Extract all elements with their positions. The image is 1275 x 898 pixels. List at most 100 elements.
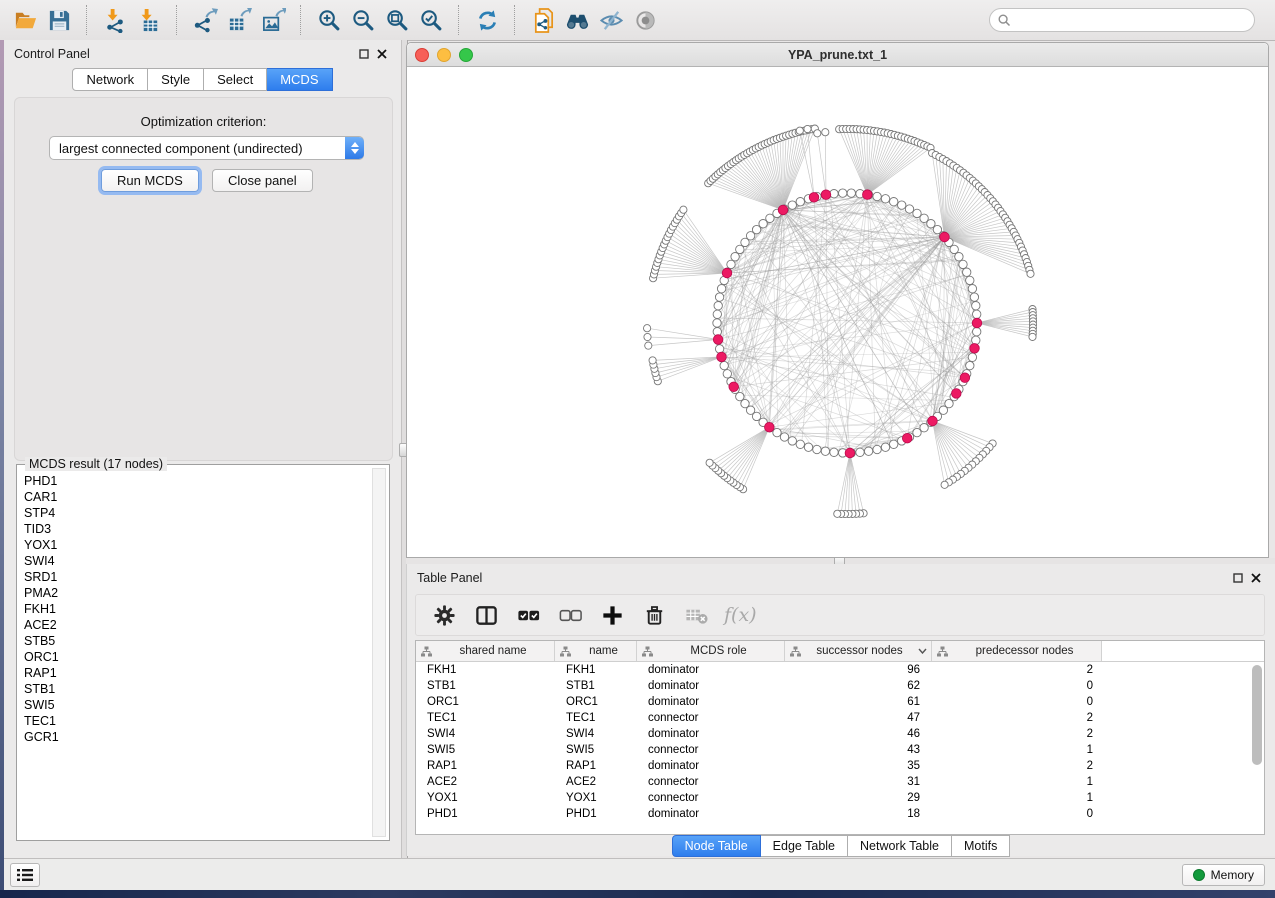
mcds-result-item[interactable]: GCR1 bbox=[24, 729, 363, 745]
close-panel-icon[interactable] bbox=[1247, 569, 1265, 587]
control-panel-tab[interactable]: Network bbox=[72, 68, 148, 91]
column-scope-icon bbox=[642, 646, 653, 657]
column-header[interactable]: shared name bbox=[416, 641, 555, 661]
delete-column-button[interactable] bbox=[640, 599, 668, 631]
close-panel-button[interactable]: Close panel bbox=[212, 169, 313, 192]
export-image-button[interactable] bbox=[256, 4, 290, 36]
mcds-result-list[interactable]: PHD1CAR1STP4TID3YOX1SWI4SRD1PMA2FKH1ACE2… bbox=[24, 473, 363, 834]
toolbar-separator bbox=[514, 5, 516, 35]
memory-button[interactable]: Memory bbox=[1182, 864, 1265, 886]
table-row[interactable]: TEC1 TEC1 connector 47 2 bbox=[416, 710, 1264, 726]
save-floppy-icon bbox=[47, 8, 72, 33]
table-row[interactable]: SWI5 SWI5 connector 43 1 bbox=[416, 742, 1264, 758]
mcds-result-item[interactable]: FKH1 bbox=[24, 601, 363, 617]
zoom-fit-button[interactable] bbox=[380, 4, 414, 36]
minimize-window-icon[interactable] bbox=[437, 48, 451, 62]
mcds-list-scrollbar[interactable] bbox=[372, 468, 386, 837]
control-panel-tab[interactable]: Style bbox=[148, 68, 204, 91]
refresh-view-button[interactable] bbox=[470, 4, 504, 36]
export-network-button[interactable] bbox=[188, 4, 222, 36]
search-input[interactable] bbox=[1016, 12, 1246, 28]
zoom-selected-button[interactable] bbox=[414, 4, 448, 36]
toolbar-separator bbox=[86, 5, 88, 35]
column-header[interactable]: successor nodes bbox=[785, 641, 932, 661]
network-window-titlebar[interactable]: YPA_prune.txt_1 bbox=[407, 43, 1268, 67]
zoom-out-button[interactable] bbox=[346, 4, 380, 36]
export-table-button[interactable] bbox=[222, 4, 256, 36]
maximize-window-icon[interactable] bbox=[459, 48, 473, 62]
column-header[interactable]: name bbox=[555, 641, 637, 661]
show-all-button[interactable] bbox=[628, 4, 662, 36]
table-row[interactable]: ORC1 ORC1 dominator 61 0 bbox=[416, 694, 1264, 710]
mcds-result-box: MCDS result (17 nodes) PHD1CAR1STP4TID3Y… bbox=[16, 464, 390, 841]
node-table-body: FKH1 FKH1 dominator 96 2 STB1 STB1 domin… bbox=[416, 662, 1264, 822]
table-scrollbar-thumb[interactable] bbox=[1252, 665, 1262, 765]
cell-predecessor-nodes: 1 bbox=[932, 792, 1102, 804]
mcds-result-item[interactable]: SWI5 bbox=[24, 697, 363, 713]
mcds-result-item[interactable]: SWI4 bbox=[24, 553, 363, 569]
mcds-result-item[interactable]: RAP1 bbox=[24, 665, 363, 681]
column-header[interactable]: MCDS role bbox=[637, 641, 785, 661]
float-panel-icon[interactable] bbox=[1229, 569, 1247, 587]
desktop-wallpaper-edge bbox=[0, 890, 1275, 898]
search-box[interactable] bbox=[989, 8, 1255, 32]
mcds-result-item[interactable]: STP4 bbox=[24, 505, 363, 521]
mcds-result-item[interactable]: CAR1 bbox=[24, 489, 363, 505]
table-row[interactable]: FKH1 FKH1 dominator 96 2 bbox=[416, 662, 1264, 678]
optimization-criterion-label: Optimization criterion: bbox=[15, 114, 392, 129]
table-panel-tab[interactable]: Motifs bbox=[952, 835, 1010, 857]
table-panel-tab[interactable]: Node Table bbox=[672, 835, 761, 857]
table-options-button[interactable] bbox=[430, 599, 458, 631]
cell-predecessor-nodes: 1 bbox=[932, 744, 1102, 756]
mcds-result-item[interactable]: ORC1 bbox=[24, 649, 363, 665]
control-panel-tab[interactable]: MCDS bbox=[267, 68, 332, 91]
delete-table-icon bbox=[684, 603, 709, 628]
task-history-button[interactable] bbox=[10, 863, 40, 887]
open-session-button[interactable] bbox=[8, 4, 42, 36]
cell-name: SWI4 bbox=[555, 728, 637, 740]
plus-icon bbox=[600, 603, 625, 628]
hide-selected-button[interactable] bbox=[594, 4, 628, 36]
table-row[interactable]: ACE2 ACE2 connector 31 1 bbox=[416, 774, 1264, 790]
close-window-icon[interactable] bbox=[415, 48, 429, 62]
cell-predecessor-nodes: 0 bbox=[932, 808, 1102, 820]
table-row[interactable]: YOX1 YOX1 connector 29 1 bbox=[416, 790, 1264, 806]
deselect-all-rows-button[interactable] bbox=[556, 599, 584, 631]
cell-successor-nodes: 35 bbox=[785, 760, 932, 772]
criterion-dropdown[interactable]: largest connected component (undirected) bbox=[49, 136, 364, 160]
mcds-result-item[interactable]: TID3 bbox=[24, 521, 363, 537]
mcds-result-item[interactable]: TEC1 bbox=[24, 713, 363, 729]
table-panel-tab[interactable]: Edge Table bbox=[761, 835, 848, 857]
new-network-from-selection-button[interactable] bbox=[526, 4, 560, 36]
table-panel-tab[interactable]: Network Table bbox=[848, 835, 952, 857]
run-mcds-button[interactable]: Run MCDS bbox=[101, 169, 199, 192]
network-canvas[interactable] bbox=[408, 67, 1267, 557]
save-session-button[interactable] bbox=[42, 4, 76, 36]
show-column-panel-button[interactable] bbox=[472, 599, 500, 631]
table-row[interactable]: STB1 STB1 dominator 62 0 bbox=[416, 678, 1264, 694]
mcds-result-item[interactable]: PHD1 bbox=[24, 473, 363, 489]
network-graph[interactable] bbox=[408, 67, 1267, 557]
table-row[interactable]: RAP1 RAP1 dominator 35 2 bbox=[416, 758, 1264, 774]
mcds-result-item[interactable]: PMA2 bbox=[24, 585, 363, 601]
find-network-button[interactable] bbox=[560, 4, 594, 36]
mcds-result-item[interactable]: SRD1 bbox=[24, 569, 363, 585]
close-panel-icon[interactable] bbox=[373, 45, 391, 63]
mcds-result-item[interactable]: ACE2 bbox=[24, 617, 363, 633]
import-network-button[interactable] bbox=[98, 4, 132, 36]
mcds-result-item[interactable]: STB1 bbox=[24, 681, 363, 697]
add-column-button[interactable] bbox=[598, 599, 626, 631]
cell-predecessor-nodes: 1 bbox=[932, 776, 1102, 788]
import-table-button[interactable] bbox=[132, 4, 166, 36]
cell-shared-name: PHD1 bbox=[416, 808, 555, 820]
select-all-rows-button[interactable] bbox=[514, 599, 542, 631]
float-panel-icon[interactable] bbox=[355, 45, 373, 63]
table-row[interactable]: PHD1 PHD1 dominator 18 0 bbox=[416, 806, 1264, 822]
control-panel-tab[interactable]: Select bbox=[204, 68, 267, 91]
table-row[interactable]: SWI4 SWI4 dominator 46 2 bbox=[416, 726, 1264, 742]
column-scope-icon bbox=[560, 646, 571, 657]
zoom-in-button[interactable] bbox=[312, 4, 346, 36]
mcds-result-item[interactable]: YOX1 bbox=[24, 537, 363, 553]
mcds-result-item[interactable]: STB5 bbox=[24, 633, 363, 649]
column-header[interactable]: predecessor nodes bbox=[932, 641, 1102, 661]
